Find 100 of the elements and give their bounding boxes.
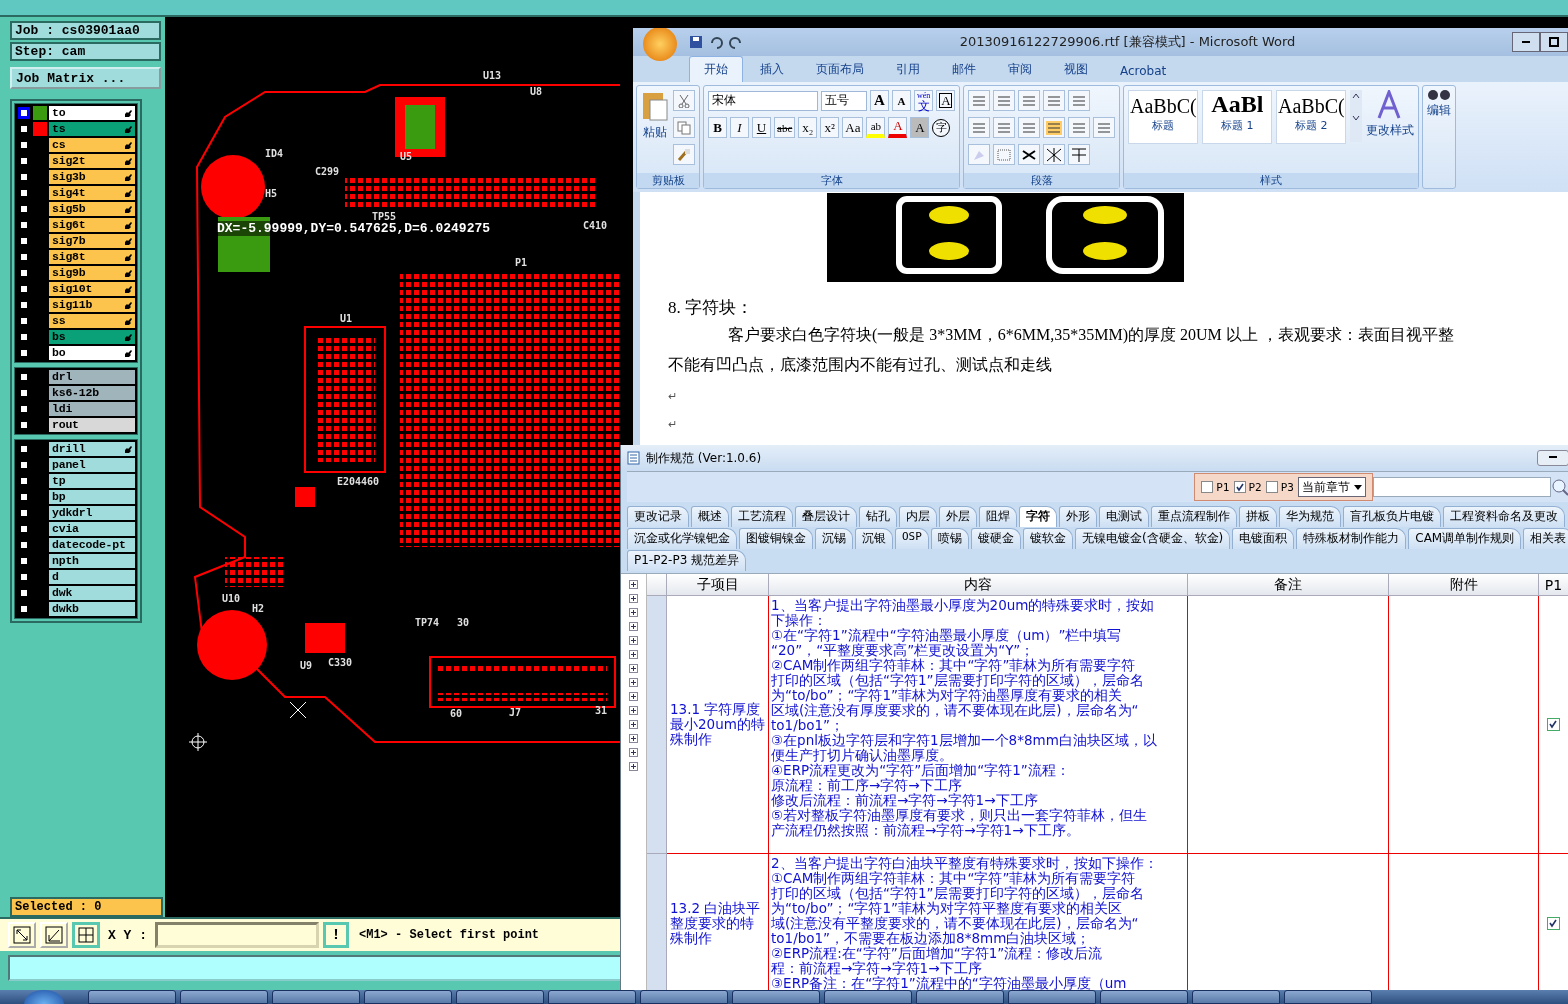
expand-icon[interactable] [629, 650, 638, 659]
grid-button[interactable] [72, 922, 100, 948]
column-header[interactable]: P1 [1539, 574, 1568, 596]
expand-icon[interactable] [629, 594, 638, 603]
filter-checkbox[interactable] [1233, 481, 1246, 493]
align-left-button[interactable] [968, 117, 991, 138]
expand-icon[interactable] [629, 706, 638, 715]
p1-checkbox[interactable] [1547, 917, 1560, 930]
chapter-tab[interactable]: 无镍电镀金(含硬金、软金) [1074, 528, 1231, 549]
layer-name[interactable]: sig10t [49, 282, 135, 296]
change-styles-button[interactable]: 更改样式 [1366, 90, 1415, 169]
chapter-tab[interactable]: 叠层设计 [795, 506, 857, 527]
ribbon-tab[interactable]: 页面布局 [801, 56, 879, 82]
chapter-tab[interactable]: 概述 [691, 506, 729, 527]
ribbon-tab[interactable]: 邮件 [937, 56, 991, 82]
taskbar-button[interactable] [88, 990, 176, 1004]
layer-selector[interactable] [19, 420, 29, 430]
decrease-indent-button[interactable] [1043, 90, 1066, 111]
phonetic-guide-button[interactable]: wén 文 [914, 90, 934, 111]
expand-icon[interactable] [629, 734, 638, 743]
taskbar-button[interactable] [272, 990, 360, 1004]
chapter-tab[interactable]: 外层 [939, 506, 977, 527]
angle-tool-button[interactable] [40, 922, 68, 948]
chapter-tab[interactable]: 钻孔 [859, 506, 897, 527]
layer-selector[interactable] [19, 604, 29, 614]
layer-selector[interactable] [19, 332, 29, 342]
underline-button[interactable]: U [752, 117, 771, 138]
chapter-tab[interactable]: 华为规范 [1279, 506, 1341, 527]
line-spacing-button[interactable] [1093, 117, 1116, 138]
style-preset[interactable]: AaBbC( 标题 2 [1276, 90, 1347, 144]
expand-icon[interactable] [629, 762, 638, 771]
layer-selector[interactable] [19, 388, 29, 398]
distributed-button[interactable] [1068, 117, 1091, 138]
xy-input-field[interactable] [155, 922, 319, 948]
layer-selector[interactable] [19, 220, 29, 230]
numbering-button[interactable] [993, 90, 1016, 111]
layer-selector[interactable] [19, 300, 29, 310]
chapter-tab[interactable]: 工程资料命名及更改 [1443, 506, 1565, 527]
expand-icon[interactable] [629, 748, 638, 757]
bullets-button[interactable] [968, 90, 991, 111]
layer-name[interactable]: sig7b [49, 234, 135, 248]
layer-selector[interactable] [19, 268, 29, 278]
layer-name[interactable]: sig11b [49, 298, 135, 312]
expand-icon[interactable] [629, 692, 638, 701]
layer-selector[interactable] [19, 172, 29, 182]
ribbon-tab[interactable]: 引用 [881, 56, 935, 82]
taskbar-button[interactable] [456, 990, 544, 1004]
expand-icon[interactable] [629, 580, 638, 589]
cut-button[interactable] [673, 90, 695, 111]
taskbar-button[interactable] [732, 990, 820, 1004]
taskbar-button[interactable] [1008, 990, 1096, 1004]
search-field[interactable] [1373, 477, 1551, 497]
undo-icon[interactable] [709, 35, 723, 49]
layer-name[interactable]: sig4t [49, 186, 135, 200]
expand-icon[interactable] [629, 720, 638, 729]
layer-name[interactable]: sig6t [49, 218, 135, 232]
paste-button[interactable]: 粘贴 [641, 90, 669, 169]
search-icon[interactable] [1551, 478, 1568, 496]
layer-selector[interactable] [19, 404, 29, 414]
chapter-tab[interactable]: CAM调单制作规则 [1408, 528, 1522, 549]
layer-name[interactable]: tp [49, 474, 135, 488]
chapter-tab[interactable]: P1-P2-P3 规范差异 [627, 550, 747, 571]
layer-selector[interactable] [19, 252, 29, 262]
column-header[interactable]: 子项目 [667, 574, 769, 596]
layer-name[interactable]: cs [49, 138, 135, 152]
layer-selector[interactable] [19, 444, 29, 454]
chapter-tab[interactable]: 沉金或化学镍钯金 [627, 528, 737, 549]
expand-icon[interactable] [629, 664, 638, 673]
style-preset[interactable]: AaBbC( 标题 [1128, 90, 1199, 144]
strike-button[interactable]: abc [774, 117, 796, 138]
format-painter-button[interactable] [673, 144, 695, 165]
case-button[interactable]: Aa [842, 117, 864, 138]
layer-name[interactable]: to [49, 106, 135, 120]
taskbar-button[interactable] [180, 990, 268, 1004]
layer-selector[interactable] [19, 372, 29, 382]
layer-name[interactable]: bs [49, 330, 135, 344]
chapter-tab[interactable]: OSP [895, 528, 929, 549]
layer-selector[interactable] [19, 140, 29, 150]
expand-icon[interactable] [629, 608, 638, 617]
layer-name[interactable]: sig2t [49, 154, 135, 168]
chapter-tab[interactable]: 更改记录 [627, 506, 689, 527]
layer-selector[interactable] [19, 476, 29, 486]
chapter-tab[interactable]: 拼板 [1239, 506, 1277, 527]
ribbon-tab[interactable]: 插入 [745, 56, 799, 82]
alert-button[interactable]: ! [323, 922, 349, 948]
taskbar-button[interactable] [1284, 990, 1372, 1004]
layer-name[interactable]: bp [49, 490, 135, 504]
taskbar-button[interactable] [548, 990, 636, 1004]
copy-button[interactable] [673, 117, 695, 138]
layer-name[interactable]: ss [49, 314, 135, 328]
chapter-tab[interactable]: 外形 [1059, 506, 1097, 527]
layer-name[interactable]: bo [49, 346, 135, 360]
justify-button[interactable] [1043, 117, 1066, 138]
chapter-tab[interactable]: 沉锡 [815, 528, 853, 549]
chapter-tab[interactable]: 阻焊 [979, 506, 1017, 527]
layer-selector[interactable] [19, 492, 29, 502]
layer-selector[interactable] [19, 508, 29, 518]
ribbon-tab[interactable]: 开始 [689, 56, 743, 82]
taskbar-button[interactable] [824, 990, 912, 1004]
enclose-button[interactable]: 字 [932, 118, 951, 137]
